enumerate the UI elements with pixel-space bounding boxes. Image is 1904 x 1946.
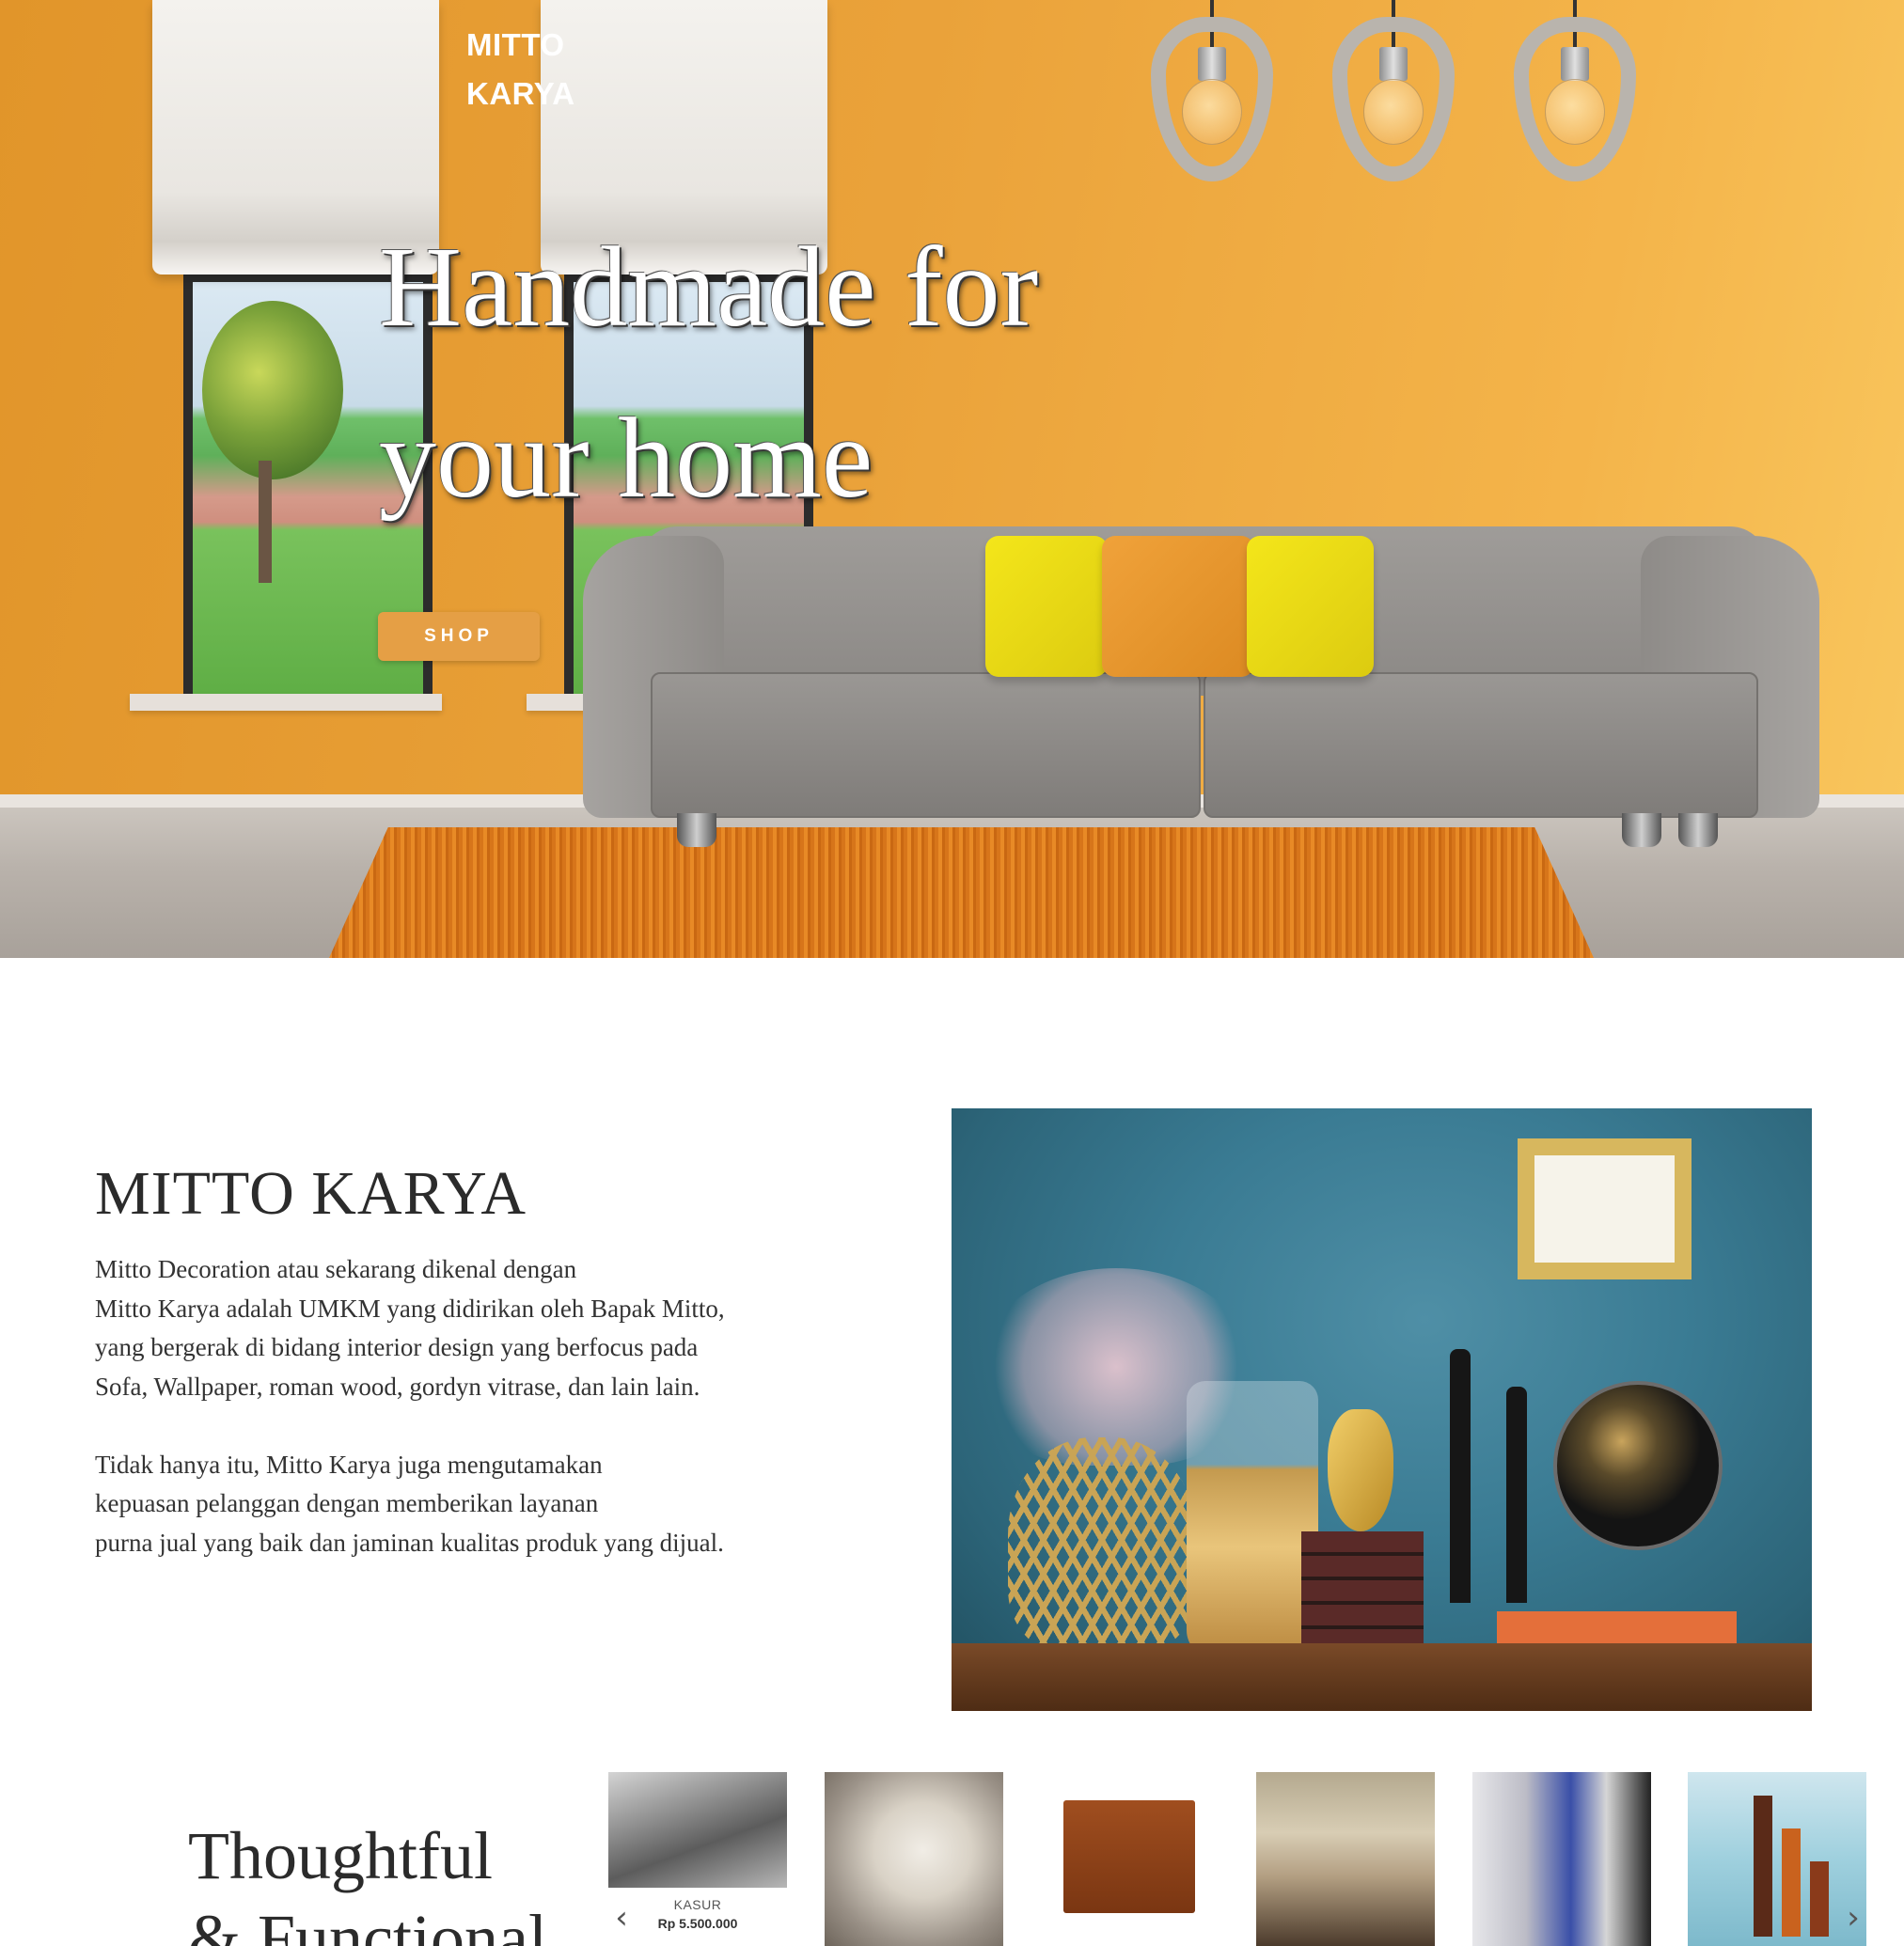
- pillow-orange: [1102, 536, 1254, 677]
- pillow-yellow-left: [985, 536, 1108, 677]
- globe: [1553, 1381, 1723, 1550]
- product-card-room[interactable]: [1472, 1772, 1651, 1946]
- about-decor-image: [952, 1108, 1812, 1711]
- about-p1-line: Mitto Karya adalah UMKM yang didirikan o…: [95, 1294, 725, 1323]
- book-stack: [1301, 1531, 1424, 1658]
- about-title: MITTO KARYA: [95, 1159, 527, 1228]
- product-card-armchair[interactable]: [825, 1772, 1003, 1946]
- bee-picture-frame: [1518, 1138, 1692, 1279]
- window-sill-left: [130, 694, 442, 711]
- hero-section: MITTO KARYA Handmade for your home SHOP: [0, 0, 1904, 958]
- nav-brand-logo[interactable]: MITTO KARYA: [466, 21, 575, 118]
- hero-rug: [324, 827, 1598, 958]
- carousel-next-button[interactable]: ›: [1839, 1901, 1867, 1935]
- pendant-lamp-icon: [1332, 0, 1455, 188]
- shop-button[interactable]: SHOP: [378, 612, 540, 661]
- chevron-right-icon: ›: [1847, 1899, 1860, 1937]
- products-heading: Thoughtful & Functional: [188, 1814, 547, 1946]
- hero-title: Handmade for your home: [379, 202, 1150, 544]
- hero-title-line-1: Handmade for: [379, 224, 1039, 351]
- product-card-dresser[interactable]: [1040, 1772, 1219, 1946]
- brand-line-1: MITTO: [466, 27, 565, 62]
- candle: [1506, 1387, 1527, 1603]
- pillow-yellow-right: [1247, 536, 1374, 677]
- about-p1-line: Sofa, Wallpaper, roman wood, gordyn vitr…: [95, 1372, 700, 1401]
- about-p2-line: kepuasan pelanggan dengan memberikan lay…: [95, 1489, 599, 1517]
- product-image: [1256, 1772, 1435, 1946]
- product-image: [825, 1772, 1003, 1946]
- carousel-prev-button[interactable]: ‹: [607, 1901, 636, 1935]
- hero-title-line-2: your home: [379, 395, 873, 522]
- products-heading-line-2: & Functional: [188, 1901, 547, 1946]
- gold-swan-figurine: [1328, 1409, 1393, 1531]
- product-image: [608, 1772, 787, 1888]
- product-image: [1472, 1772, 1651, 1946]
- about-paragraph-1: Mitto Decoration atau sekarang dikenal d…: [95, 1250, 810, 1406]
- brand-line-2: KARYA: [466, 76, 575, 111]
- wood-shelf: [952, 1643, 1812, 1711]
- candle: [1450, 1349, 1471, 1603]
- gold-vase: [1187, 1381, 1318, 1658]
- pendant-lamp-icon: [1151, 0, 1273, 188]
- product-image: [1040, 1772, 1219, 1946]
- about-p2-line: purna jual yang baik dan jaminan kualita…: [95, 1528, 724, 1557]
- about-paragraph-2: Tidak hanya itu, Mitto Karya juga mengut…: [95, 1446, 810, 1563]
- about-p1-line: Mitto Decoration atau sekarang dikenal d…: [95, 1255, 577, 1283]
- about-p1-line: yang bergerak di bidang interior design …: [95, 1333, 699, 1361]
- wicker-vase: [1008, 1437, 1196, 1654]
- pendant-lamp-icon: [1514, 0, 1636, 188]
- chevron-left-icon: ‹: [615, 1899, 628, 1937]
- about-p2-line: Tidak hanya itu, Mitto Karya juga mengut…: [95, 1450, 603, 1479]
- products-heading-line-1: Thoughtful: [188, 1818, 493, 1893]
- about-description: Mitto Decoration atau sekarang dikenal d…: [95, 1250, 810, 1602]
- product-card-sofa-set[interactable]: [1256, 1772, 1435, 1946]
